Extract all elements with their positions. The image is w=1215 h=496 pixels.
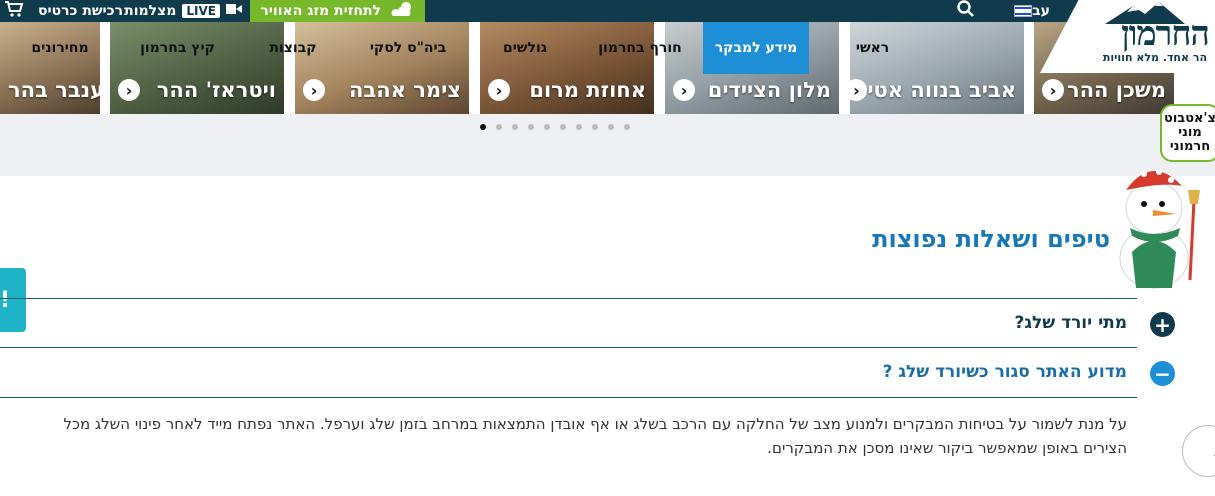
nav-item-skiers[interactable]: גולשים	[490, 22, 560, 74]
slider-dot[interactable]	[576, 124, 582, 130]
cameras-link[interactable]: LIVE מצלמות	[123, 0, 250, 22]
slider-dot[interactable]	[592, 124, 598, 130]
slider-card-title: משכן ההר	[1066, 78, 1166, 102]
nav-item-visitor-info[interactable]: מידע למבקר	[703, 22, 809, 74]
slider-card-title: ויטראז' ההר	[156, 78, 276, 102]
chatbot-label: צ'אטבוט	[1164, 111, 1215, 126]
snowman-mascot-icon[interactable]	[1104, 160, 1214, 290]
chatbot-label: חרמוני	[1169, 139, 1211, 154]
slider-card-title: ענבר בהר	[8, 78, 100, 102]
nav-item-label: קיץ בחרמון	[140, 40, 215, 56]
nav-item-label: ראשי	[855, 40, 890, 56]
chevron-left-icon: ‹	[118, 79, 140, 101]
logo-name: החרמון	[1121, 14, 1210, 54]
slider-dot[interactable]	[624, 124, 630, 130]
slider-dot[interactable]	[544, 124, 550, 130]
slider-dots	[480, 124, 630, 130]
nav-item-label: חורף בחרמון	[598, 40, 682, 56]
faq-question[interactable]: מדוע האתר סגור כשיורד שלג ?	[0, 347, 1137, 398]
slider-dot[interactable]	[560, 124, 566, 130]
nav-item-summer[interactable]: קיץ בחרמון	[130, 22, 225, 74]
faq-question-text: מתי יורד שלג?	[1014, 313, 1127, 333]
weather-icon	[389, 0, 417, 22]
scroll-to-top-button[interactable]	[1182, 425, 1215, 477]
chevron-left-icon: ‹	[850, 79, 868, 101]
slider-card-title: צימר אהבה	[349, 78, 461, 102]
chevron-left-icon: ‹	[1042, 79, 1064, 101]
slider-dot[interactable]	[608, 124, 614, 130]
faq-question[interactable]: מתי יורד שלג?	[0, 298, 1137, 348]
buy-ticket-link[interactable]: רכישת כרטיס	[0, 0, 123, 22]
slider-card-title: אביב בנווה אטי	[867, 78, 1016, 102]
chatbot-label: מוני	[1178, 125, 1202, 140]
chatbot-bubble[interactable]: צ'אטבוט מוני חרמוני	[1160, 104, 1215, 162]
chevron-left-icon: ‹	[303, 79, 325, 101]
nav-item-label: גולשים	[502, 40, 548, 56]
live-badge: LIVE	[182, 4, 220, 18]
nav-item-prices[interactable]: מחירונים	[20, 22, 100, 74]
faq-answer: על מנת לשמור על בטיחות המבקרים ולמנוע מצ…	[63, 415, 1128, 457]
chevron-left-icon: ‹	[488, 79, 510, 101]
language-switch[interactable]: עב	[1010, 0, 1050, 22]
search-icon	[957, 0, 975, 22]
logo-tagline: הר אחד. מלא חוויות	[1102, 51, 1207, 64]
nav-item-ski-school[interactable]: ביה"ס לסקי	[358, 22, 458, 74]
nav-item-label: קבוצות	[269, 40, 317, 56]
slider-card-title: אחוזת מרום	[529, 78, 646, 102]
minus-icon[interactable]: −	[1150, 361, 1175, 386]
cameras-label: מצלמות	[124, 3, 177, 19]
language-label: עב	[1032, 3, 1050, 19]
faq-question-text: מדוע האתר סגור כשיורד שלג ?	[882, 362, 1127, 382]
nav-item-label: ביה"ס לסקי	[369, 40, 447, 56]
nav-item-home[interactable]: ראשי	[835, 22, 910, 74]
slider-card-title: מלון הציידים	[707, 78, 831, 102]
nav-item-winter[interactable]: חורף בחרמון	[585, 22, 695, 74]
nav-item-groups[interactable]: קבוצות	[260, 22, 326, 74]
israel-flag-icon	[1014, 5, 1033, 17]
chevron-left-icon: ‹	[673, 79, 695, 101]
main-nav: ראשי מידע למבקר חורף בחרמון גולשים ביה"ס…	[0, 22, 1035, 74]
cart-icon	[4, 1, 24, 21]
slider-dot[interactable]	[528, 124, 534, 130]
plus-icon[interactable]: +	[1150, 312, 1175, 337]
video-icon	[226, 3, 242, 19]
weather-label: לתחזית מזג האוויר	[260, 3, 381, 19]
weather-link[interactable]: לתחזית מזג האוויר	[250, 0, 425, 22]
faq-title: טיפים ושאלות נפוצות	[872, 225, 1110, 253]
top-bar: רכישת כרטיס LIVE מצלמות לתחזית מזג האווי…	[0, 0, 1215, 22]
slider-dot[interactable]	[512, 124, 518, 130]
slider-dot[interactable]	[496, 124, 502, 130]
nav-item-label: מידע למבקר	[714, 40, 798, 56]
nav-item-label: מחירונים	[31, 40, 89, 56]
buy-ticket-label: רכישת כרטיס	[37, 3, 123, 19]
slider-dot[interactable]	[480, 124, 486, 130]
search-button[interactable]	[955, 0, 977, 22]
